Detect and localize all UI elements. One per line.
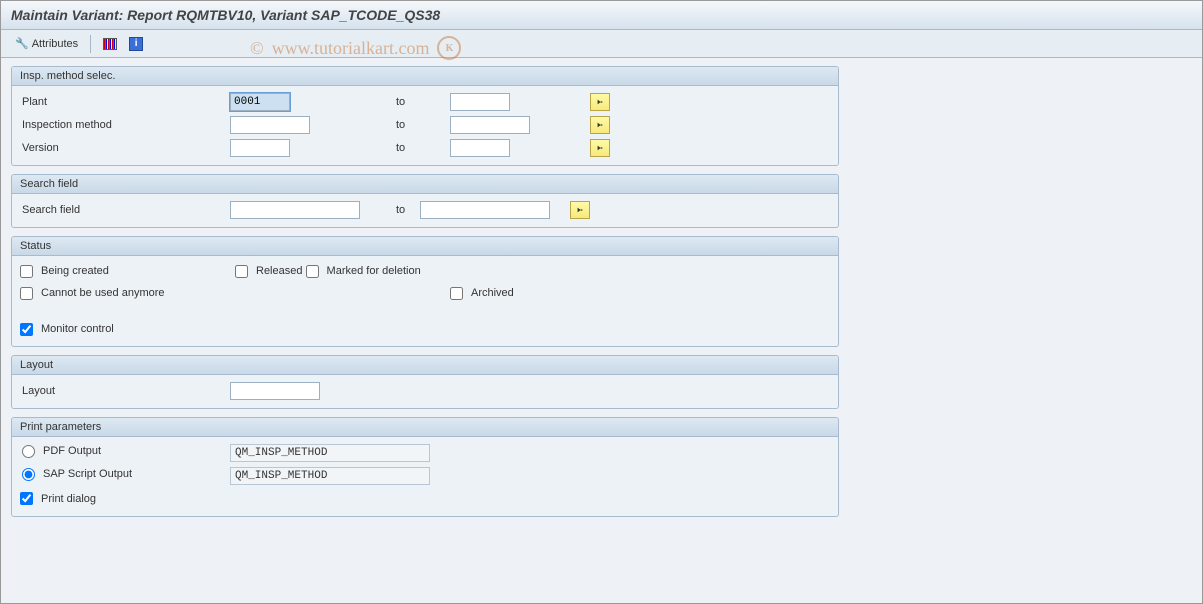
- im-to-input[interactable]: [450, 116, 530, 134]
- group-print: Print parameters PDF Output QM_INSP_METH…: [11, 417, 839, 517]
- row-print-dialog: Print dialog: [20, 487, 830, 510]
- search-from-input[interactable]: [230, 201, 360, 219]
- attributes-label: Attributes: [32, 38, 78, 50]
- group-header: Insp. method selec.: [12, 67, 838, 86]
- being-created-checkbox[interactable]: Being created: [20, 260, 109, 282]
- group-layout: Layout Layout: [11, 355, 839, 409]
- row-pdf-output: PDF Output QM_INSP_METHOD: [20, 441, 830, 464]
- toolbar: 🔧 Attributes i: [1, 30, 1202, 58]
- plant-label: Plant: [20, 96, 230, 108]
- list-button[interactable]: [99, 36, 121, 52]
- archived-checkbox[interactable]: Archived: [450, 282, 514, 304]
- attributes-button[interactable]: 🔧 Attributes: [11, 35, 82, 52]
- plant-from-input[interactable]: [230, 93, 290, 111]
- version-multi-button[interactable]: [590, 139, 610, 157]
- im-from-input[interactable]: [230, 116, 310, 134]
- monitor-control-checkbox[interactable]: Monitor control: [20, 318, 114, 340]
- search-to-input[interactable]: [420, 201, 550, 219]
- to-label: to: [390, 142, 410, 154]
- row-version: Version to: [20, 136, 830, 159]
- row-layout: Layout: [20, 379, 830, 402]
- info-button[interactable]: i: [125, 35, 147, 53]
- page-title: Maintain Variant: Report RQMTBV10, Varia…: [1, 1, 1202, 30]
- plant-to-input[interactable]: [450, 93, 510, 111]
- row-search: Search field to: [20, 198, 830, 221]
- to-label: to: [390, 119, 410, 131]
- arrow-right-icon: [597, 143, 603, 153]
- marked-deletion-checkbox[interactable]: Marked for deletion: [306, 260, 421, 282]
- pdf-form-field[interactable]: QM_INSP_METHOD: [230, 444, 430, 462]
- row-plant: Plant to: [20, 90, 830, 113]
- barcode-icon: [103, 38, 117, 50]
- attributes-icon: 🔧: [15, 37, 29, 50]
- search-label: Search field: [20, 204, 230, 216]
- pdf-output-radio[interactable]: PDF Output: [22, 445, 101, 458]
- layout-input[interactable]: [230, 382, 320, 400]
- group-header: Status: [12, 237, 838, 256]
- im-multi-button[interactable]: [590, 116, 610, 134]
- arrow-right-icon: [577, 205, 583, 215]
- group-header: Layout: [12, 356, 838, 375]
- cannot-use-checkbox[interactable]: Cannot be used anymore: [20, 282, 165, 304]
- print-dialog-checkbox[interactable]: Print dialog: [20, 492, 96, 505]
- sapscript-output-radio[interactable]: SAP Script Output: [22, 468, 132, 481]
- toolbar-separator: [90, 35, 91, 53]
- group-status: Status Being created Cannot be used anym…: [11, 236, 839, 347]
- group-insp-method: Insp. method selec. Plant to Inspection …: [11, 66, 839, 166]
- im-label: Inspection method: [20, 119, 230, 131]
- plant-multi-button[interactable]: [590, 93, 610, 111]
- released-checkbox[interactable]: Released: [235, 260, 302, 282]
- row-sapscript-output: SAP Script Output QM_INSP_METHOD: [20, 464, 830, 487]
- arrow-right-icon: [597, 120, 603, 130]
- version-to-input[interactable]: [450, 139, 510, 157]
- sap-form-field[interactable]: QM_INSP_METHOD: [230, 467, 430, 485]
- search-multi-button[interactable]: [570, 201, 590, 219]
- group-search: Search field Search field to: [11, 174, 839, 228]
- row-inspection-method: Inspection method to: [20, 113, 830, 136]
- layout-label: Layout: [20, 385, 230, 397]
- content-area: Insp. method selec. Plant to Inspection …: [1, 58, 1202, 533]
- arrow-right-icon: [597, 97, 603, 107]
- version-label: Version: [20, 142, 230, 154]
- group-header: Print parameters: [12, 418, 838, 437]
- to-label: to: [390, 96, 410, 108]
- info-icon: i: [129, 37, 143, 51]
- to-label: to: [390, 204, 410, 216]
- version-from-input[interactable]: [230, 139, 290, 157]
- group-header: Search field: [12, 175, 838, 194]
